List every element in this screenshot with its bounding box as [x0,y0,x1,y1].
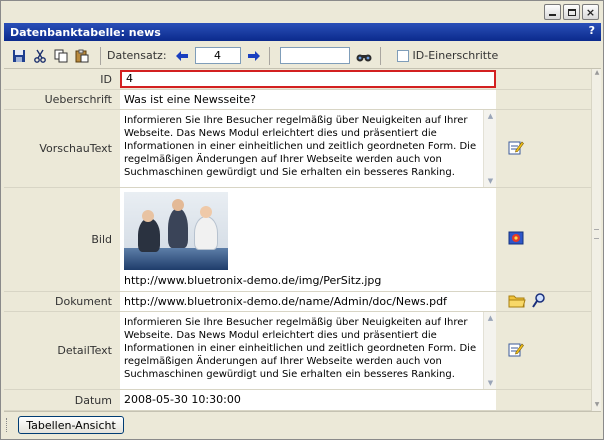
scroll-down-icon[interactable]: ▼ [592,401,602,411]
field-row-detailtext: DetailText Informieren Sie Ihre Besucher… [4,312,591,390]
scroll-grip[interactable] [594,229,599,239]
window-title: Datenbanktabelle: news [10,25,161,39]
help-button[interactable]: ? [589,24,595,37]
preview-image [124,192,228,270]
toolbar-separator [100,46,101,65]
field-actions [498,390,591,410]
field-actions [498,69,591,89]
cut-icon[interactable] [31,47,49,65]
single-step-label: ID-Einerschritte [412,49,499,62]
textarea-scrollbar[interactable]: ▲ ▼ [483,110,496,187]
edit-icon[interactable] [508,139,524,158]
minimize-button[interactable] [544,4,561,20]
field-actions [498,292,591,311]
table-view-button[interactable]: Tabellen-Ansicht [18,416,124,434]
image-url: http://www.bluetronix-demo.de/img/PerSit… [124,274,382,287]
field-row-bild: Bild http://www.bluetronix-demo.de/img/P… [4,188,591,292]
save-icon[interactable] [10,47,28,65]
field-row-ueberschrift: Ueberschrift Was ist eine Newsseite? [4,90,591,110]
window: × Datenbanktabelle: news ? Datensatz: 4 [0,0,604,440]
title-bar: Datenbanktabelle: news ? [4,23,601,41]
window-controls: × [544,4,599,20]
resize-grip [6,418,10,432]
field-label: DetailText [4,312,118,389]
detailtext-textarea[interactable]: Informieren Sie Ihre Besucher regelmäßig… [120,312,496,389]
scroll-up-icon[interactable]: ▲ [592,69,602,79]
field-label: VorschauText [4,110,118,187]
field-actions [498,110,591,187]
paste-icon[interactable] [73,47,91,65]
field-row-dokument: Dokument http://www.bluetronix-demo.de/n… [4,292,591,312]
datum-input[interactable]: 2008-05-30 10:30:00 [120,390,496,410]
field-label: Dokument [4,292,118,311]
dokument-input[interactable]: http://www.bluetronix-demo.de/name/Admin… [120,292,496,311]
arrow-right-icon[interactable] [245,47,263,65]
folder-icon[interactable] [508,293,526,311]
footer: Tabellen-Ansicht [4,411,601,437]
field-actions [498,312,591,389]
single-step-checkbox[interactable] [396,49,409,62]
field-row-id: ID 4 [4,69,591,90]
image-picker-icon[interactable] [508,230,524,249]
binoculars-icon[interactable] [354,47,374,65]
vorschautext-textarea[interactable]: Informieren Sie Ihre Besucher regelmäßig… [120,110,496,187]
record-form: ID 4 Ueberschrift Was ist eine Newsseite… [4,69,591,411]
copy-icon[interactable] [52,47,70,65]
field-row-vorschautext: VorschauText Informieren Sie Ihre Besuch… [4,110,591,188]
textarea-scrollbar[interactable]: ▲ ▼ [483,312,496,389]
bild-field[interactable]: http://www.bluetronix-demo.de/img/PerSit… [120,188,496,291]
toolbar: Datensatz: 4 ID-Einerschritte [4,43,601,69]
record-number-input[interactable]: 4 [194,47,241,64]
close-icon: × [585,5,596,19]
field-row-datum: Datum 2008-05-30 10:30:00 [4,390,591,411]
magnifier-icon[interactable] [532,292,546,311]
form-scrollbar[interactable]: ▲ ▼ [591,69,601,411]
vorschautext-content: Informieren Sie Ihre Besucher regelmäßig… [124,115,477,178]
arrow-left-icon[interactable] [173,47,191,65]
id-input[interactable]: 4 [120,70,496,88]
field-actions [498,90,591,109]
minimize-icon [545,5,560,19]
field-label: Bild [4,188,118,291]
toolbar-separator [268,46,270,65]
close-button[interactable]: × [582,4,599,20]
maximize-button[interactable] [563,4,580,20]
record-label: Datensatz: [107,49,167,62]
field-actions [498,188,591,291]
ueberschrift-input[interactable]: Was ist eine Newsseite? [120,90,496,109]
detailtext-content: Informieren Sie Ihre Besucher regelmäßig… [124,317,477,380]
scroll-up-icon[interactable]: ▲ [484,312,497,324]
field-label: ID [4,69,118,89]
maximize-icon [564,5,579,19]
scroll-down-icon[interactable]: ▼ [484,377,497,389]
field-label: Ueberschrift [4,90,118,109]
scroll-down-icon[interactable]: ▼ [484,175,497,187]
field-label: Datum [4,390,118,410]
scroll-up-icon[interactable]: ▲ [484,110,497,122]
edit-icon[interactable] [508,341,524,360]
search-input[interactable] [279,47,350,64]
toolbar-separator [379,46,381,65]
